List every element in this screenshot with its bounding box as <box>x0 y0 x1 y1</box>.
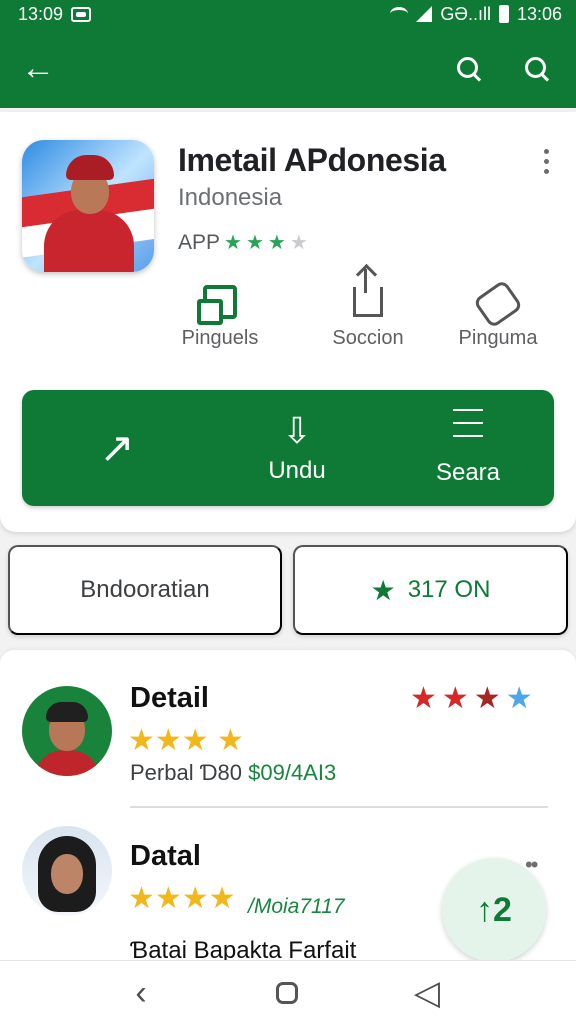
detail-meta: Perbal Ɗ80 $09/4AI3 <box>130 760 336 786</box>
star-icon: ★ <box>245 232 264 254</box>
detail-meta-prefix: Perbal Ɗ80 <box>130 760 242 785</box>
app-person-body <box>44 210 134 272</box>
app-icon[interactable] <box>22 140 154 272</box>
wifi-icon <box>390 7 409 21</box>
rating-chip[interactable]: ★ 317 ON <box>293 545 568 635</box>
nav-home-button[interactable] <box>266 975 308 1011</box>
share-icon <box>308 268 428 317</box>
seara-label: Seara <box>435 459 501 486</box>
more-vert-icon <box>543 149 549 154</box>
app-bar: ← <box>0 28 576 108</box>
app-type-rating: APP ★ ★ ★ ★ <box>178 231 308 255</box>
star-empty-icon: ★ <box>289 232 308 254</box>
more-vert-icon <box>543 159 549 164</box>
nav-back-button[interactable]: ‹ <box>120 975 162 1011</box>
detail-meta-value: $09/4AI3 <box>248 760 337 785</box>
avatar-hair <box>46 702 88 722</box>
search-icon <box>522 54 550 82</box>
rating-chip-label: 317 ON <box>407 576 491 603</box>
primary-action-panel: ↗ ⇩ Undu Seara <box>22 390 554 506</box>
download-icon: ⇩ <box>281 410 313 451</box>
action-pinguma[interactable]: Pinguma <box>438 276 558 356</box>
app-title: Imetail APdonesia <box>178 142 446 178</box>
search-button[interactable] <box>454 48 494 88</box>
search-icon <box>454 54 482 82</box>
star-icon: ★ <box>473 682 501 715</box>
app-type-label: APP <box>178 231 221 254</box>
avatar-face <box>51 854 83 894</box>
action-pinguels[interactable]: Pinguels <box>160 276 280 356</box>
undu-label: Undu <box>268 457 326 484</box>
detail-rating: ★★★ ★ <box>128 724 244 757</box>
battery-icon <box>498 5 509 23</box>
avatar <box>22 686 112 776</box>
verified-badge-icon <box>148 266 154 272</box>
action-label: Pinguma <box>458 326 538 349</box>
review-rating: ★★★★ <box>128 882 236 915</box>
detail-title: Detail <box>130 682 209 714</box>
star-icon: ★ <box>441 682 469 715</box>
back-button[interactable]: ← <box>18 48 58 88</box>
more-options-button[interactable] <box>536 148 556 180</box>
app-person-hat <box>66 155 114 180</box>
status-left: 13:09 <box>18 3 92 25</box>
status-bar: 13:09 GƏ..ıll 13:06 <box>0 0 576 28</box>
second-search-button[interactable] <box>522 48 562 88</box>
star-icon: ★ <box>370 574 396 606</box>
avatar-shirt <box>34 750 100 776</box>
detail-title: Datal <box>130 840 201 872</box>
copy-icon <box>160 283 280 325</box>
action-label: Soccion <box>332 326 404 349</box>
star-icon: ★ <box>505 682 533 715</box>
review-meta: /Moia7117 <box>248 895 345 918</box>
bndooratian-chip[interactable]: Bndooratian <box>8 545 282 635</box>
top-rating: ★ ★ ★ ★ <box>410 684 533 714</box>
star-icon: ★ <box>224 232 242 254</box>
arrow-left-icon: ← <box>21 49 55 87</box>
app-subtitle: Indonesia <box>178 184 283 211</box>
divider <box>130 806 548 808</box>
avatar <box>22 826 112 916</box>
more-vert-icon <box>543 169 549 174</box>
android-navigation-bar: ‹ ◁ <box>0 960 576 1024</box>
home-icon <box>276 982 298 1004</box>
network-text: GƏ..ıll <box>440 3 491 24</box>
cursor-icon: ↗ <box>99 424 135 471</box>
status-time: 13:09 <box>18 3 64 24</box>
status-right-time: 13:06 <box>516 3 562 24</box>
nav-recent-button[interactable]: ◁ <box>406 975 448 1011</box>
quick-actions: Pinguels Soccion Pinguma <box>166 268 546 356</box>
pin-icon <box>438 278 558 329</box>
star-icon: ★ <box>267 232 286 254</box>
app-header-card: Imetail APdonesia Indonesia APP ★ ★ ★ ★ … <box>0 112 576 532</box>
upload-fab-button[interactable]: ↑2 <box>442 858 546 962</box>
star-icon: ★ <box>410 682 437 715</box>
action-soccion[interactable]: Soccion <box>308 268 428 356</box>
seara-button[interactable]: Seara <box>382 390 554 506</box>
menu-icon <box>453 409 483 437</box>
action-label: Pinguels <box>181 326 259 349</box>
undu-button[interactable]: ⇩ Undu <box>212 390 382 506</box>
signal-icon <box>416 6 433 22</box>
cursor-action-button[interactable]: ↗ <box>22 390 212 506</box>
notification-icon <box>71 6 92 22</box>
status-right: GƏ..ıll 13:06 <box>390 4 562 25</box>
